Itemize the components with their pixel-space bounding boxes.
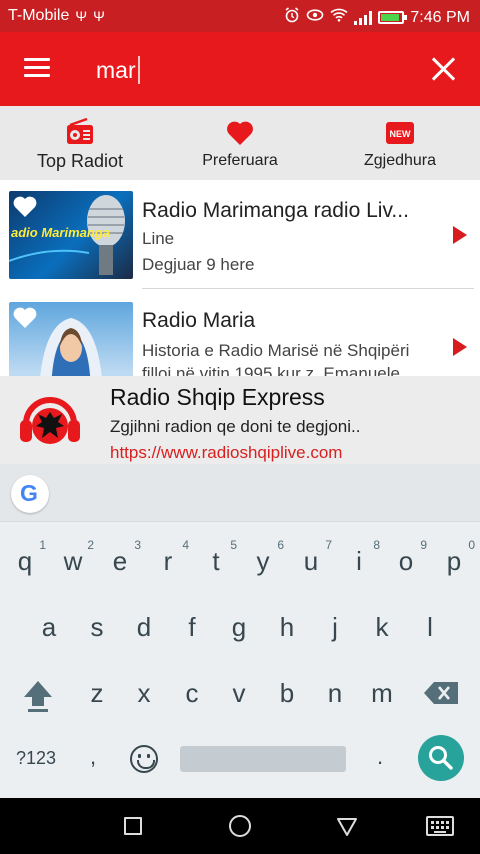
wifi-icon (330, 8, 348, 27)
key-p[interactable]: p0 (431, 538, 477, 577)
station-subtitle: Line (142, 229, 175, 248)
list-item[interactable]: adio Marimanga Radio Marimanga radio Liv… (0, 180, 480, 290)
usb-icon: Ψ (75, 8, 88, 24)
play-icon[interactable] (453, 338, 467, 356)
period-key[interactable]: . (377, 744, 383, 770)
key-q[interactable]: q1 (2, 538, 48, 577)
tab-top-radiot[interactable]: Top Radiot (0, 106, 160, 180)
station-title: Radio Maria (142, 309, 256, 332)
backspace-icon[interactable] (424, 682, 458, 704)
station-list: adio Marimanga Radio Marimanga radio Liv… (0, 180, 480, 376)
google-g-icon[interactable]: G (11, 475, 49, 513)
eye-icon (306, 8, 324, 27)
tab-label: Top Radiot (36, 151, 124, 171)
key-z[interactable]: z (74, 678, 120, 709)
new-badge-icon: NEW (386, 122, 414, 149)
app-bar (0, 32, 480, 106)
station-title: Radio Marimanga radio Liv... (142, 199, 409, 222)
signal-icon (354, 10, 373, 25)
key-f[interactable]: f (169, 612, 215, 643)
back-icon[interactable] (336, 817, 358, 842)
hamburger-menu-icon[interactable] (24, 58, 50, 78)
radio-icon (65, 116, 95, 151)
key-h[interactable]: h (264, 612, 310, 643)
carrier-label: T-Mobile (8, 7, 70, 24)
ad-banner[interactable]: Radio Shqip Express Zgjihni radion qe do… (0, 376, 480, 464)
symbols-key[interactable]: ?123 (16, 748, 56, 769)
status-bar: T-Mobile Ψ Ψ 7:46 PM (0, 0, 480, 32)
key-y[interactable]: y6 (240, 538, 286, 577)
battery-charging-icon (378, 11, 408, 24)
key-r[interactable]: r4 (145, 538, 191, 577)
emoji-icon[interactable] (130, 745, 158, 773)
key-g[interactable]: g (216, 612, 262, 643)
close-icon[interactable] (430, 56, 456, 82)
ad-title: Radio Shqip Express (110, 384, 325, 410)
play-icon[interactable] (453, 226, 467, 244)
ad-description: Zgjihni radion qe doni te degjoni.. (110, 417, 361, 436)
key-d[interactable]: d (121, 612, 167, 643)
key-e[interactable]: e3 (97, 538, 143, 577)
divider (142, 288, 474, 289)
tab-preferuara[interactable]: Preferuara (160, 106, 320, 180)
key-u[interactable]: u7 (288, 538, 334, 577)
key-m[interactable]: m (359, 678, 405, 709)
key-w[interactable]: w2 (50, 538, 96, 577)
station-thumbnail: adio Marimanga (9, 191, 133, 279)
tab-label: Preferuara (202, 152, 278, 169)
space-bar[interactable] (180, 746, 346, 772)
search-icon[interactable] (418, 735, 464, 781)
comma-key[interactable]: , (90, 744, 96, 770)
ad-link[interactable]: https://www.radioshqiplive.com (110, 443, 342, 463)
key-n[interactable]: n (312, 678, 358, 709)
key-x[interactable]: x (121, 678, 167, 709)
home-icon[interactable] (229, 815, 251, 837)
alarm-icon (284, 7, 300, 28)
key-v[interactable]: v (216, 678, 262, 709)
new-badge-text: NEW (390, 129, 412, 139)
heart-icon (226, 120, 254, 151)
soft-keyboard: G q1 w2 e3 r4 t5 y6 u7 i8 o9 p0 a s d f … (0, 464, 480, 798)
system-nav-bar (0, 798, 480, 854)
key-o[interactable]: o9 (383, 538, 429, 577)
station-description-cont: filloi në vitin 1995 kur z. Emanuele ... (142, 364, 419, 376)
key-j[interactable]: j (312, 612, 358, 643)
heart-icon[interactable] (12, 194, 38, 220)
key-a[interactable]: a (26, 612, 72, 643)
heart-icon[interactable] (12, 305, 38, 331)
usb-icon: Ψ (93, 8, 105, 24)
key-k[interactable]: k (359, 612, 405, 643)
station-thumbnail (9, 302, 133, 376)
tab-zgjedhura[interactable]: NEW Zgjedhura (320, 106, 480, 180)
key-b[interactable]: b (264, 678, 310, 709)
station-listens: Degjuar 9 here (142, 255, 255, 274)
shift-icon[interactable] (22, 678, 54, 714)
list-item[interactable]: Radio Maria Historia e Radio Marisë në S… (0, 290, 480, 376)
recents-icon[interactable] (124, 817, 142, 835)
albanian-eagle-headphones-icon (18, 388, 82, 452)
keyboard-icon[interactable] (426, 816, 454, 836)
key-t[interactable]: t5 (193, 538, 239, 577)
text-cursor (138, 56, 140, 84)
key-l[interactable]: l (407, 612, 453, 643)
key-i[interactable]: i8 (336, 538, 382, 577)
tab-bar: Top Radiot Preferuara NEW Zgjedhura (0, 106, 480, 180)
search-input[interactable] (96, 54, 396, 86)
station-description: Historia e Radio Marisë në Shqipëri (142, 341, 410, 360)
key-s[interactable]: s (74, 612, 120, 643)
thumbnail-caption: adio Marimanga (11, 225, 110, 240)
keyboard-suggestion-strip: G (0, 464, 480, 522)
tab-label: Zgjedhura (363, 152, 437, 169)
key-c[interactable]: c (169, 678, 215, 709)
clock-time: 7:46 PM (410, 8, 470, 26)
